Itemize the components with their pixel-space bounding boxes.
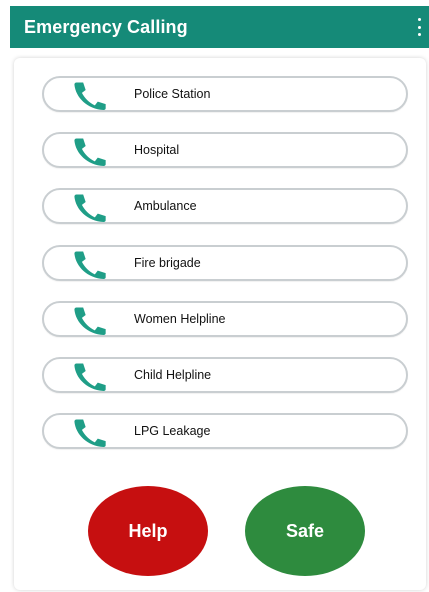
phone-icon bbox=[69, 249, 109, 279]
contact-label: Women Helpline bbox=[134, 311, 226, 326]
contact-label: Hospital bbox=[134, 143, 180, 158]
app-bar: Emergency Calling bbox=[10, 6, 429, 48]
contact-item[interactable]: Fire brigade bbox=[42, 244, 408, 281]
help-button[interactable]: Help bbox=[88, 486, 208, 576]
contact-item[interactable]: Ambulance bbox=[42, 188, 408, 225]
contact-label: LPG Leakage bbox=[134, 424, 211, 439]
phone-icon bbox=[69, 136, 109, 167]
contacts-card: Police Station Hospital Ambulance Fire brig… bbox=[14, 58, 426, 590]
contact-label: Child Helpline bbox=[134, 367, 212, 382]
contact-item[interactable]: LPG Leakage bbox=[42, 413, 408, 450]
contact-label: Police Station bbox=[134, 87, 211, 101]
phone-icon bbox=[69, 305, 109, 335]
phone-icon bbox=[69, 80, 109, 110]
contact-list: Police Station Hospital Ambulance Fire brig… bbox=[42, 76, 408, 469]
contact-label: Fire brigade bbox=[134, 255, 201, 270]
safe-button[interactable]: Safe bbox=[245, 486, 365, 576]
contact-label: Ambulance bbox=[134, 199, 197, 214]
contact-item[interactable]: Hospital bbox=[42, 132, 408, 169]
contact-item[interactable]: Child Helpline bbox=[42, 356, 408, 393]
contact-item[interactable]: Women Helpline bbox=[42, 300, 408, 337]
contact-item[interactable]: Police Station bbox=[42, 76, 408, 112]
phone-icon bbox=[69, 361, 109, 391]
overflow-menu-icon[interactable] bbox=[415, 18, 423, 36]
app-title: Emergency Calling bbox=[24, 16, 188, 37]
phone-icon bbox=[69, 417, 109, 448]
phone-icon bbox=[69, 192, 109, 223]
